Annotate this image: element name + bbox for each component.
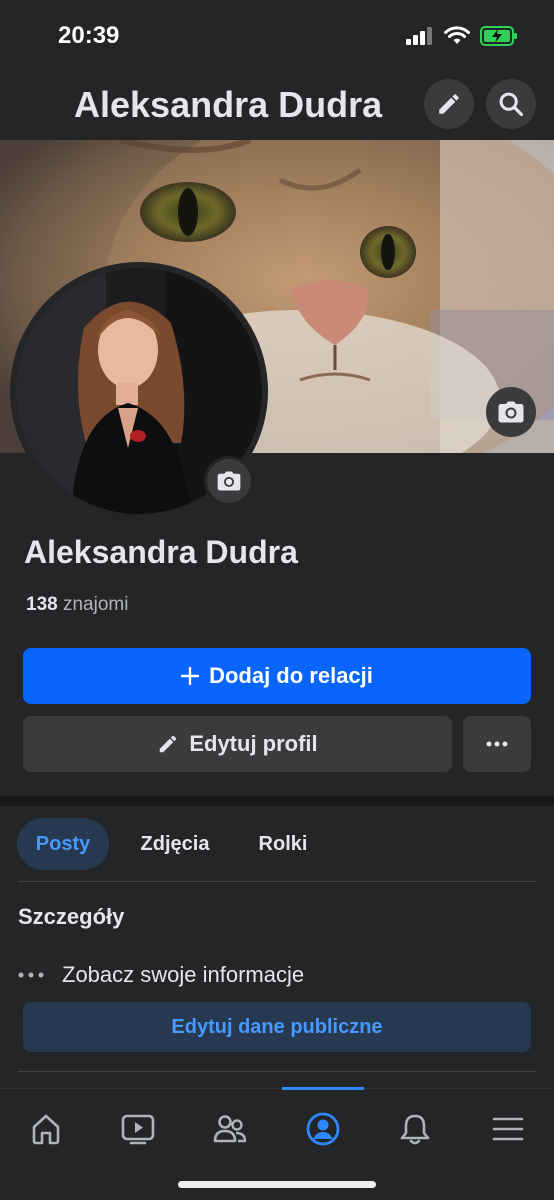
friends-number: 138: [26, 594, 58, 615]
status-bar: 20:39: [0, 0, 554, 70]
status-time: 20:39: [58, 22, 120, 49]
avatar-camera-button[interactable]: [204, 456, 254, 506]
tab-posts[interactable]: Posty: [17, 818, 109, 870]
more-options-button[interactable]: [463, 716, 531, 772]
add-story-button[interactable]: Dodaj do relacji: [23, 648, 531, 704]
nav-home[interactable]: [16, 1107, 76, 1151]
nav-notifications[interactable]: [385, 1107, 445, 1151]
divider: [18, 1071, 536, 1072]
see-info-label: Zobacz swoje informacje: [62, 962, 305, 987]
menu-icon: [492, 1117, 524, 1141]
profile-icon: [306, 1112, 340, 1146]
pencil-icon: [160, 735, 177, 753]
video-icon: [121, 1114, 155, 1145]
home-icon: [32, 1114, 60, 1145]
edit-public-label: Edytuj dane publiczne: [171, 1015, 383, 1038]
nav-profile[interactable]: [293, 1107, 353, 1151]
plus-icon: [181, 667, 200, 685]
signal-icon: [406, 27, 432, 45]
details-title: Szczegóły: [18, 904, 125, 929]
pencil-icon: [439, 94, 459, 114]
cover-camera-button[interactable]: [486, 387, 536, 437]
friends-count[interactable]: 138 znajomi: [26, 594, 128, 616]
nav-friends[interactable]: [200, 1107, 260, 1151]
divider: [18, 881, 536, 882]
nav-video[interactable]: [108, 1107, 168, 1151]
header-title: Aleksandra Dudra: [74, 84, 383, 125]
camera-icon: [498, 401, 524, 423]
section-divider: [0, 796, 554, 806]
more-dots-icon: [18, 972, 44, 978]
wifi-icon: [444, 26, 470, 44]
active-tab-indicator: [282, 1087, 364, 1090]
friends-label: znajomi: [62, 594, 129, 615]
see-info-row[interactable]: Zobacz swoje informacje: [18, 962, 304, 988]
more-dots-icon: [486, 741, 508, 747]
edit-button[interactable]: [424, 79, 474, 129]
tab-photos[interactable]: Zdjęcia: [120, 818, 230, 870]
home-indicator: [178, 1181, 376, 1188]
edit-profile-label: Edytuj profil: [189, 731, 318, 756]
bell-icon: [400, 1114, 430, 1145]
camera-icon: [217, 471, 241, 491]
tab-label: Posty: [35, 832, 91, 855]
search-button[interactable]: [486, 79, 536, 129]
battery-charging-icon: [480, 26, 517, 46]
add-story-label: Dodaj do relacji: [209, 663, 373, 688]
tab-label: Zdjęcia: [140, 832, 210, 855]
profile-name: Aleksandra Dudra: [24, 534, 298, 570]
search-icon: [499, 92, 524, 117]
status-icons: [406, 26, 518, 46]
edit-public-details-button[interactable]: Edytuj dane publiczne: [23, 1002, 531, 1052]
tab-reels[interactable]: Rolki: [240, 818, 326, 870]
friends-icon: [213, 1115, 247, 1143]
edit-profile-button[interactable]: Edytuj profil: [23, 716, 452, 772]
tab-label: Rolki: [258, 832, 308, 855]
nav-menu[interactable]: [478, 1107, 538, 1151]
profile-header: Aleksandra Dudra: [0, 74, 554, 136]
